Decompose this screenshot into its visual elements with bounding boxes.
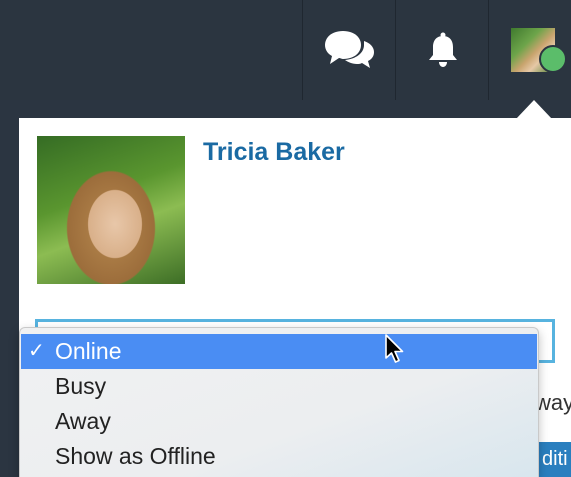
profile-photo bbox=[37, 136, 185, 284]
chat-bubbles-icon bbox=[324, 31, 374, 68]
avatar bbox=[510, 28, 567, 73]
status-option-online[interactable]: ✓ Online bbox=[21, 334, 537, 369]
user-menu-button[interactable] bbox=[488, 0, 571, 100]
background-partial-button[interactable]: diti bbox=[538, 442, 571, 477]
status-option-label: Busy bbox=[55, 373, 107, 399]
background-partial-text: way bbox=[535, 390, 571, 415]
status-option-label: Away bbox=[55, 408, 111, 434]
notifications-button[interactable] bbox=[395, 0, 489, 100]
popover-caret bbox=[516, 100, 552, 119]
chat-button[interactable] bbox=[302, 0, 396, 100]
status-dropdown-menu: ✓ Online Busy Away Show as Offline bbox=[19, 327, 539, 477]
check-icon: ✓ bbox=[28, 340, 45, 362]
status-option-away[interactable]: Away bbox=[21, 404, 537, 439]
user-name-link[interactable]: Tricia Baker bbox=[203, 138, 345, 167]
mouse-cursor-icon bbox=[385, 334, 404, 363]
status-option-busy[interactable]: Busy bbox=[21, 369, 537, 404]
status-option-label: Show as Offline bbox=[55, 443, 216, 469]
bell-icon bbox=[428, 32, 457, 67]
status-option-offline[interactable]: Show as Offline bbox=[21, 439, 537, 474]
online-status-dot bbox=[538, 45, 567, 73]
status-option-label: Online bbox=[55, 338, 122, 364]
top-navigation-bar bbox=[0, 0, 571, 100]
